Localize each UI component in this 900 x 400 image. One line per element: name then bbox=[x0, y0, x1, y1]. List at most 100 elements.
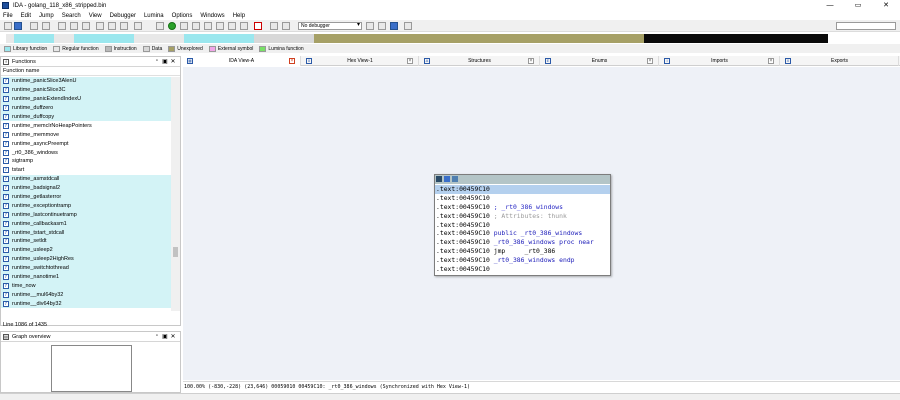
tab-exports[interactable]: X Exports bbox=[781, 56, 899, 66]
toolbar-combo[interactable] bbox=[836, 22, 896, 30]
menu-debugger[interactable]: Debugger bbox=[110, 13, 136, 19]
graph-overview-minimap[interactable] bbox=[51, 345, 132, 392]
function-list-item[interactable]: f runtime_asmstdcall bbox=[1, 174, 171, 184]
function-list-item[interactable]: f runtime_memmove bbox=[1, 130, 171, 139]
code-line[interactable]: .text:00459C10 ; Attributes: thunk bbox=[435, 212, 610, 221]
array-icon[interactable] bbox=[216, 22, 224, 30]
function-list-item[interactable]: f time_now bbox=[1, 281, 171, 291]
menu-jump[interactable]: Jump bbox=[39, 13, 54, 19]
function-list-item[interactable]: f runtime_getlasterror bbox=[1, 192, 171, 202]
close-tab-icon[interactable]: × bbox=[407, 58, 413, 64]
navigation-band[interactable] bbox=[6, 34, 828, 43]
enum-icon[interactable] bbox=[240, 22, 248, 30]
node-group-icon[interactable] bbox=[452, 176, 458, 182]
copy-icon[interactable] bbox=[70, 22, 78, 30]
tab-imports[interactable]: I Imports × bbox=[660, 56, 780, 66]
function-list-item[interactable]: f runtime_badsignal2 bbox=[1, 183, 171, 193]
close-tab-icon[interactable]: × bbox=[647, 58, 653, 64]
code-line[interactable]: .text:00459C10 ; _rt0_386_windows bbox=[435, 203, 610, 212]
function-list-item[interactable]: f sigtramp bbox=[1, 157, 171, 166]
code-icon[interactable] bbox=[180, 22, 188, 30]
panel-float-icon[interactable]: ▫ bbox=[153, 58, 161, 65]
data-icon[interactable] bbox=[192, 22, 200, 30]
function-list-item[interactable]: f runtime_asyncPreempt bbox=[1, 139, 171, 148]
search-icon[interactable] bbox=[96, 22, 104, 30]
function-list-item[interactable]: f runtime_memclrNoHeapPointers bbox=[1, 121, 171, 130]
function-list-item[interactable]: f runtime_usleep2 bbox=[1, 245, 171, 255]
code-line[interactable]: .text:00459C10 bbox=[435, 185, 610, 194]
panel-close-icon[interactable]: ✕ bbox=[169, 58, 177, 65]
maximize-button[interactable]: ▭ bbox=[844, 0, 872, 11]
open-icon[interactable] bbox=[4, 22, 12, 30]
function-list-item[interactable]: f runtime_panicSlice3AlenU bbox=[1, 77, 171, 86]
menu-view[interactable]: View bbox=[89, 13, 102, 19]
function-list-item[interactable]: f runtime__div64by32 bbox=[1, 299, 171, 309]
tab-hex-view-1[interactable]: 0 Hex View-1 × bbox=[302, 56, 419, 66]
close-tab-icon[interactable]: × bbox=[528, 58, 534, 64]
graph-view-icon[interactable] bbox=[390, 22, 398, 30]
function-list-item[interactable]: f runtime__mul64by32 bbox=[1, 290, 171, 300]
code-line[interactable]: .text:00459C10 _rt0_386_windows endp bbox=[435, 256, 610, 265]
code-line[interactable]: .text:00459C10 bbox=[435, 221, 610, 230]
function-list-item[interactable]: f runtime_callbackasm1 bbox=[1, 219, 171, 229]
debug-options-icon[interactable] bbox=[378, 22, 386, 30]
panel-float-icon[interactable]: ▫ bbox=[153, 333, 161, 340]
function-list-item[interactable]: f runtime_exceptiontramp bbox=[1, 201, 171, 211]
function-list-scrollbar[interactable] bbox=[171, 77, 180, 311]
proximity-icon[interactable] bbox=[404, 22, 412, 30]
scrollbar-thumb[interactable] bbox=[173, 247, 178, 257]
function-list-item[interactable]: f runtime_setldt bbox=[1, 237, 171, 246]
menu-search[interactable]: Search bbox=[62, 13, 81, 19]
panel-close-icon[interactable]: ✕ bbox=[169, 333, 177, 340]
debugger-select[interactable]: No debugger bbox=[298, 22, 362, 30]
close-tab-icon[interactable]: × bbox=[768, 58, 774, 64]
code-line[interactable]: .text:00459C10 public _rt0_386_windows bbox=[435, 229, 610, 238]
menu-file[interactable]: File bbox=[3, 13, 13, 19]
function-list-item[interactable]: f runtime_nanotime1 bbox=[1, 272, 171, 282]
download-icon[interactable] bbox=[120, 22, 128, 30]
function-list-item[interactable]: f tstart bbox=[1, 166, 171, 175]
search-next-icon[interactable] bbox=[108, 22, 116, 30]
forward-icon[interactable] bbox=[42, 22, 50, 30]
function-list-item[interactable]: f runtime_lastcontinuetramp bbox=[1, 210, 171, 220]
code-line[interactable]: .text:00459C10 bbox=[435, 265, 610, 274]
tab-structures[interactable]: A Structures × bbox=[420, 56, 540, 66]
struct-icon[interactable] bbox=[228, 22, 236, 30]
undefine-icon[interactable] bbox=[254, 22, 262, 30]
function-list-item[interactable]: f runtime_tstart_stdcall bbox=[1, 228, 171, 238]
menu-help[interactable]: Help bbox=[233, 13, 245, 19]
minimize-button[interactable]: — bbox=[816, 0, 844, 11]
new-icon[interactable] bbox=[58, 22, 66, 30]
menu-lumina[interactable]: Lumina bbox=[144, 13, 164, 19]
menu-windows[interactable]: Windows bbox=[200, 13, 224, 19]
text-icon[interactable] bbox=[134, 22, 142, 30]
menu-options[interactable]: Options bbox=[172, 13, 193, 19]
play-icon[interactable] bbox=[270, 22, 278, 30]
back-icon[interactable] bbox=[30, 22, 38, 30]
pause-icon[interactable] bbox=[282, 22, 290, 30]
string-icon[interactable] bbox=[204, 22, 212, 30]
function-list-item[interactable]: f runtime_duffzero bbox=[1, 103, 171, 113]
image-icon[interactable] bbox=[156, 22, 164, 30]
tab-ida-view-a[interactable]: ▦ IDA View-A × bbox=[183, 56, 301, 66]
function-list-item[interactable]: f runtime_panicSlice3C bbox=[1, 85, 171, 95]
node-graph-icon[interactable] bbox=[444, 176, 450, 182]
function-list-item[interactable]: f runtime_switchtothread bbox=[1, 263, 171, 273]
code-line[interactable]: .text:00459C10 bbox=[435, 194, 610, 203]
panel-restore-icon[interactable]: ▣ bbox=[161, 58, 169, 65]
tab-enums[interactable]: E Enums × bbox=[541, 56, 659, 66]
function-list-item[interactable]: f runtime_panicExtendIndexU bbox=[1, 94, 171, 104]
code-node[interactable]: .text:00459C10 .text:00459C10 .text:00459C… bbox=[434, 174, 611, 276]
function-list-item[interactable]: f _rt0_386_windows bbox=[1, 148, 171, 157]
node-color-icon[interactable] bbox=[436, 176, 442, 182]
function-name-column-header[interactable]: Function name bbox=[1, 67, 180, 76]
code-line[interactable]: .text:00459C10 _rt0_386_windows proc nea… bbox=[435, 238, 610, 247]
function-list-item[interactable]: f runtime_usleep2HighRes bbox=[1, 254, 171, 264]
close-button[interactable]: ✕ bbox=[872, 0, 900, 11]
run-icon[interactable] bbox=[168, 22, 176, 30]
panel-restore-icon[interactable]: ▣ bbox=[161, 333, 169, 340]
save-icon[interactable] bbox=[14, 22, 22, 30]
close-tab-icon[interactable]: × bbox=[289, 58, 295, 64]
paste-icon[interactable] bbox=[82, 22, 90, 30]
function-list-item[interactable]: f runtime_duffcopy bbox=[1, 112, 171, 122]
